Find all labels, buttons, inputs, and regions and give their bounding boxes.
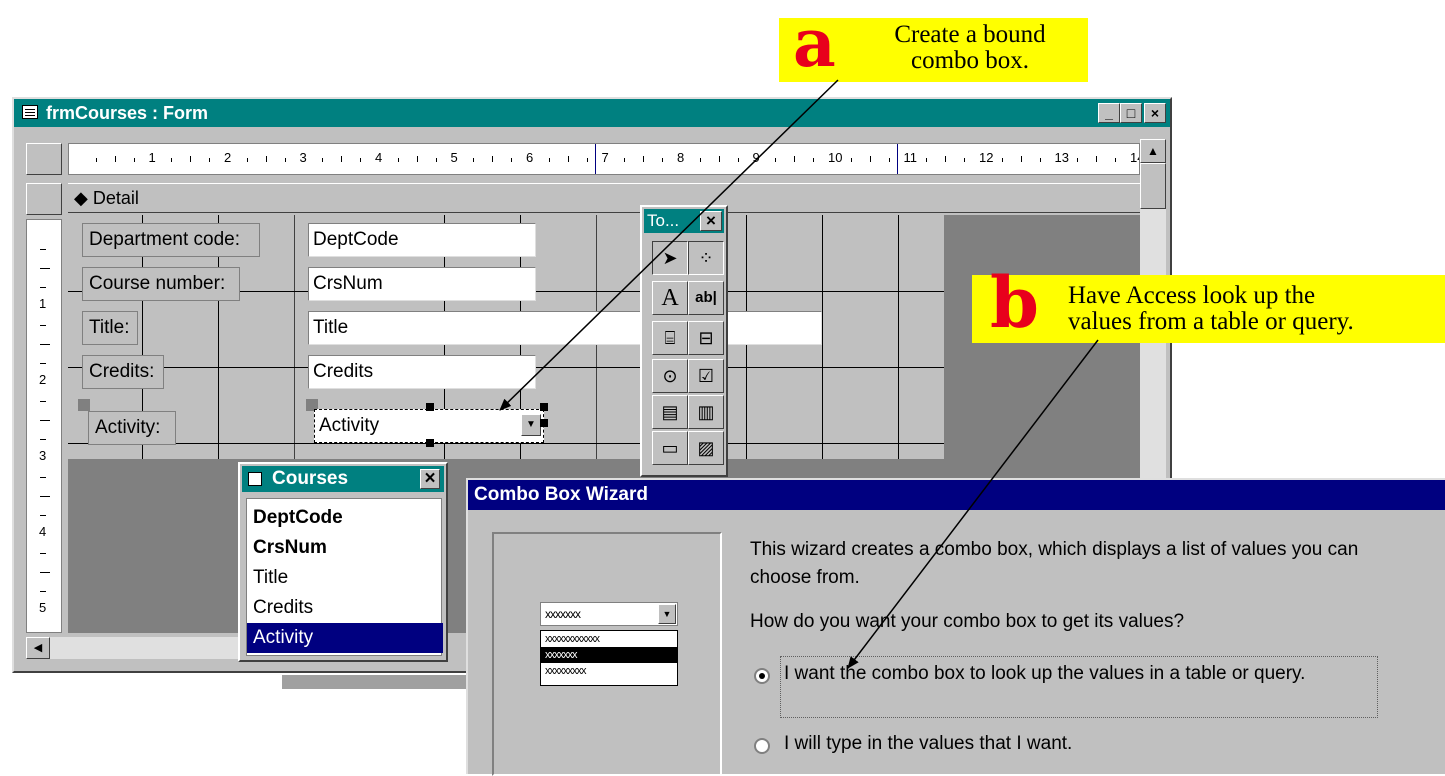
arrow-a (499, 79, 839, 411)
arrow-b (847, 339, 1099, 669)
callout-arrows (499, 79, 1099, 669)
